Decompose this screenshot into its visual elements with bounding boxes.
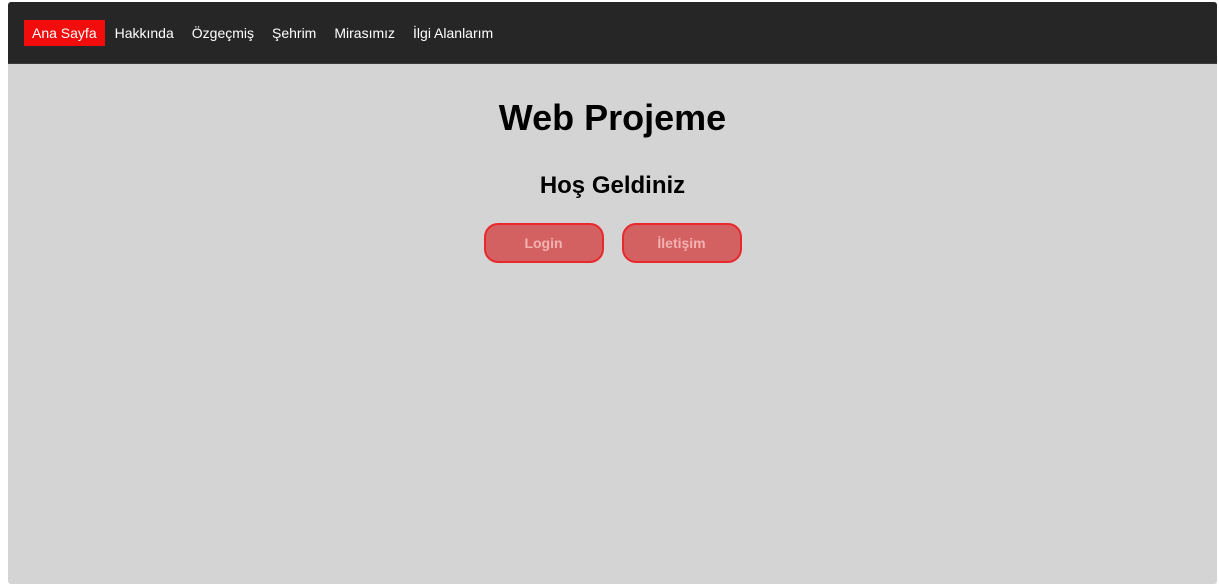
nav-item-hakkinda[interactable]: Hakkında — [107, 20, 182, 46]
nav-item-ilgi-alanlarim[interactable]: İlgi Alanlarım — [405, 20, 501, 46]
nav-item-sehrim[interactable]: Şehrim — [264, 20, 324, 46]
page-subtitle: Hoş Geldiniz — [539, 172, 686, 199]
nav-item-ozgecmis[interactable]: Özgeçmiş — [184, 20, 262, 46]
contact-button[interactable]: İletişim — [621, 223, 742, 263]
nav-item-ana-sayfa[interactable]: Ana Sayfa — [24, 19, 105, 46]
action-buttons: Login İletişim — [8, 223, 1217, 263]
page-title: Web Projeme — [498, 97, 727, 138]
nav-item-mirasimiz[interactable]: Mirasımız — [326, 20, 403, 46]
top-navbar: Ana Sayfa Hakkında Özgeçmiş Şehrim Miras… — [8, 2, 1217, 64]
page-frame: Ana Sayfa Hakkında Özgeçmiş Şehrim Miras… — [8, 2, 1217, 584]
login-button[interactable]: Login — [483, 223, 604, 263]
